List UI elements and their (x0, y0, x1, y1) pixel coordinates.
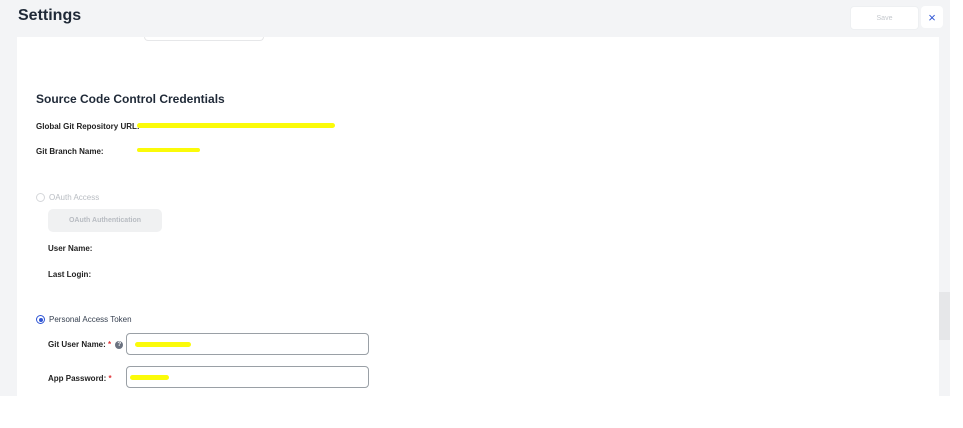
repo-url-label: Global Git Repository URL: (36, 122, 140, 131)
git-user-name-text: Git User Name: (48, 340, 106, 349)
required-mark: * (108, 374, 112, 383)
branch-name-label: Git Branch Name: (36, 147, 104, 156)
section-title: Source Code Control Credentials (36, 92, 225, 106)
header-bar: Settings Save × (0, 0, 950, 36)
app-password-value (130, 375, 169, 380)
help-icon[interactable]: ? (115, 340, 124, 349)
last-login-label: Last Login: (48, 270, 92, 279)
close-icon[interactable]: × (921, 6, 943, 28)
app-password-input[interactable] (126, 366, 369, 388)
settings-panel: Source Code Control Credentials Global G… (17, 37, 939, 396)
git-user-name-input[interactable] (126, 333, 369, 355)
personal-token-radio[interactable] (36, 315, 45, 324)
scrollbar-thumb[interactable] (939, 292, 950, 340)
settings-dialog: Settings Save × Source Code Control Cred… (0, 0, 950, 396)
scrolled-field (144, 37, 264, 41)
app-password-label: App Password: * (48, 374, 112, 383)
app-password-text: App Password: (48, 374, 107, 383)
scrollbar[interactable] (939, 37, 950, 396)
branch-name-value (137, 148, 200, 152)
oauth-radio-label: OAuth Access (49, 193, 100, 202)
git-user-name-label: Git User Name: * ? (48, 340, 124, 349)
user-name-label: User Name: (48, 244, 93, 253)
page-title: Settings (18, 7, 82, 24)
oauth-authentication-button[interactable]: OAuth Authentication (48, 209, 162, 232)
save-button[interactable]: Save (850, 6, 919, 30)
personal-token-label: Personal Access Token (49, 315, 132, 324)
oauth-radio[interactable] (36, 193, 45, 202)
git-user-name-value (135, 342, 191, 347)
repo-url-value (137, 123, 335, 128)
required-mark: * (108, 340, 112, 349)
